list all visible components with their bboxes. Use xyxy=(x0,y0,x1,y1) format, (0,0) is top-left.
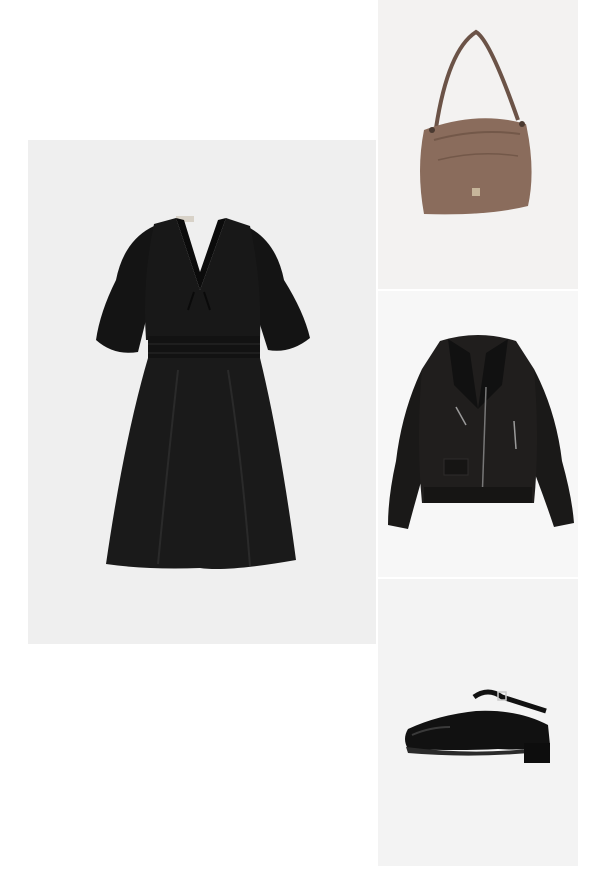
outfit-item-jacket[interactable] xyxy=(378,291,578,577)
outfit-item-bag[interactable] xyxy=(378,0,578,289)
brown-shoulder-bag-image xyxy=(378,0,578,289)
outfit-collage xyxy=(0,0,606,875)
black-leather-jacket-image xyxy=(378,291,578,577)
black-mary-jane-shoe-image xyxy=(378,579,578,866)
black-satin-dress-image xyxy=(28,140,376,644)
outfit-item-dress[interactable] xyxy=(28,140,376,644)
outfit-item-shoe[interactable] xyxy=(378,579,578,866)
